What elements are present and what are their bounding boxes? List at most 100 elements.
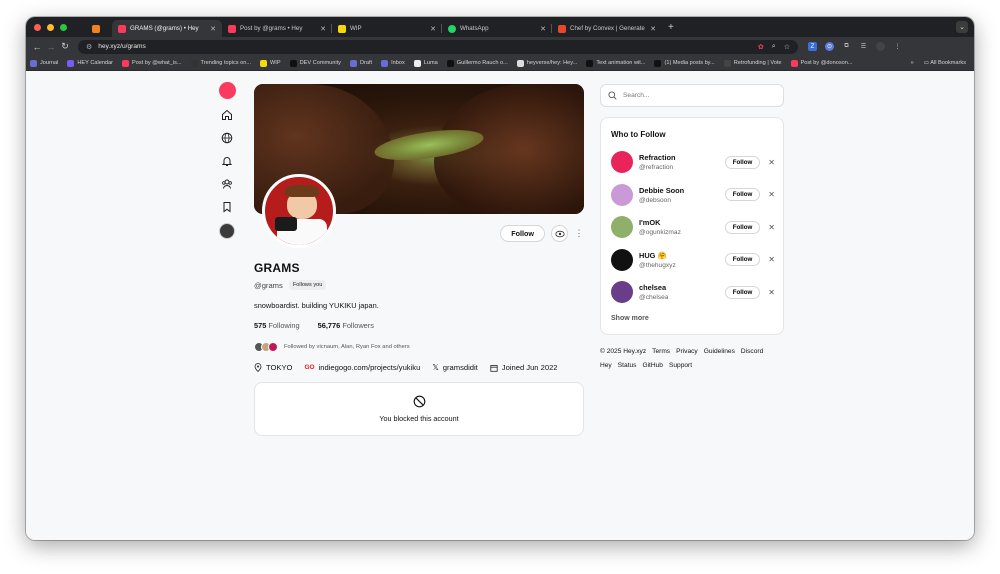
bookmarks-icon[interactable] [220,200,234,214]
following-stat[interactable]: 575 Following [254,321,300,330]
bookmark-item[interactable]: (1) Media posts by... [654,59,715,67]
bookmark-item[interactable]: Trending topics on... [190,59,251,67]
footer-link[interactable]: Status [618,362,637,369]
footer-link[interactable]: Guidelines [704,348,735,355]
tab-grams-profile[interactable]: GRAMS (@grams) • Hey ✕ [112,20,222,37]
followers-stat[interactable]: 56,776 Followers [318,321,374,330]
suggested-follow-button[interactable]: Follow [724,188,761,201]
suggested-follow-button[interactable]: Follow [724,155,761,169]
footer-link[interactable]: Terms [652,348,670,355]
profile-avatar[interactable] [262,174,336,248]
footer-link[interactable]: Support [669,362,692,369]
tab-post-by-grams[interactable]: Post by @grams • Hey ✕ [222,20,332,37]
close-tab-icon[interactable]: ✕ [650,25,656,33]
notifications-bell-icon[interactable] [220,154,234,168]
suggested-user-row[interactable]: HUG 🤗 @thehugxyz Follow ✕ [611,248,775,272]
x-handle-link[interactable]: 𝕏 gramsdidit [432,363,477,372]
suggested-user-avatar[interactable] [611,281,633,303]
minimize-window-button[interactable] [47,23,54,31]
followed-by-row[interactable]: Followed by vicnaum, Alan, Ryan Fox and … [254,342,410,352]
follow-button[interactable]: Follow [500,225,545,242]
suggested-user-row[interactable]: I'mOK @ogunkizmaz Follow ✕ [611,215,775,239]
bookmark-favicon-icon [190,59,198,67]
close-tab-icon[interactable]: ✕ [320,25,326,33]
maximize-window-button[interactable] [60,23,67,31]
dismiss-icon[interactable]: ✕ [768,190,775,199]
footer-link[interactable]: GitHub [642,362,663,369]
close-window-button[interactable] [34,23,41,31]
suggested-user-avatar[interactable] [611,183,633,206]
bookmark-item[interactable]: Journal [30,59,58,67]
bookmark-item[interactable]: Guillermo Rauch o... [446,59,508,67]
site-info-icon[interactable]: ⚙ [86,43,92,51]
bookmark-item[interactable]: Luma [413,59,438,67]
footer-link[interactable]: Hey [600,362,612,369]
suggested-follow-button[interactable]: Follow [724,285,761,299]
dismiss-icon[interactable]: ✕ [768,158,775,167]
suggested-user-row[interactable]: Refraction @refraction Follow ✕ [611,150,775,174]
tab-whatsapp[interactable]: WhatsApp ✕ [442,20,552,37]
dismiss-icon[interactable]: ✕ [768,223,775,232]
hey-logo-icon[interactable] [218,82,236,99]
zotero-extension-icon[interactable]: Z [808,42,817,51]
tab-search-icon[interactable]: ⌄ [956,21,968,33]
bookmark-item[interactable]: DEV Community [289,59,341,67]
website-link[interactable]: GO indiegogo.com/projects/yukiku [304,363,420,372]
home-icon[interactable] [220,108,234,122]
bookmark-item[interactable]: Retrofunding | Vote [723,59,782,67]
new-tab-icon[interactable]: + [668,22,674,33]
suggested-follow-button[interactable]: Follow [724,253,761,266]
more-options-icon[interactable]: ⋮ [574,225,584,242]
extension-icon[interactable]: ⊙ [825,42,834,51]
my-profile-avatar[interactable] [219,223,235,239]
eye-icon[interactable] [551,225,568,242]
suggested-user-name[interactable]: chelsea [639,283,725,292]
bookmark-item[interactable]: Draft [349,59,372,67]
tab-wip[interactable]: ⚡ WIP ✕ [332,20,442,37]
bookmark-item[interactable]: Text animation wit... [586,59,645,67]
close-tab-icon[interactable]: ✕ [540,25,546,33]
suggested-user-avatar[interactable] [611,248,633,271]
bookmark-item[interactable]: Post by @what_is... [122,59,182,67]
suggested-user-avatar[interactable] [611,216,633,238]
suggested-user-name[interactable]: I'mOK [639,218,725,227]
footer-link[interactable]: Privacy [676,348,698,355]
suggested-user-avatar[interactable] [611,151,633,173]
suggested-user-row[interactable]: Debbie Soon @debsoon Follow ✕ [611,183,775,207]
bookmark-item[interactable]: Post by @donoson... [790,59,853,67]
chevron-right-icon[interactable]: » [911,60,914,66]
show-more-link[interactable]: Show more [611,315,649,322]
pinned-tab[interactable] [86,20,112,37]
bookmark-item[interactable]: WIP [260,59,281,67]
explore-globe-icon[interactable] [220,131,234,145]
zoom-icon[interactable]: ⌕ [772,43,776,51]
hey-extension-icon[interactable]: ✿ [758,43,764,51]
tab-chef-convex[interactable]: Chef by Convex | Generate re ✕ [552,20,662,37]
reload-icon[interactable]: ↻ [58,41,72,52]
close-tab-icon[interactable]: ✕ [210,25,216,33]
bookmark-item[interactable]: Inbox [381,59,405,67]
bookmark-item[interactable]: HEY Calendar [67,59,113,67]
suggested-follow-button[interactable]: Follow [724,220,761,234]
dismiss-icon[interactable]: ✕ [768,255,775,264]
bookmark-star-icon[interactable]: ☆ [784,43,790,51]
reading-list-icon[interactable]: ☰ [859,42,868,51]
suggested-user-row[interactable]: chelsea @chelsea Follow ✕ [611,280,775,304]
dismiss-icon[interactable]: ✕ [768,288,775,297]
groups-icon[interactable] [220,177,234,191]
back-icon[interactable]: ← [30,42,44,52]
search-input[interactable]: Search... [600,84,784,107]
close-tab-icon[interactable]: ✕ [430,25,436,33]
menu-icon[interactable]: ⋮ [893,42,902,51]
suggested-user-name[interactable]: Debbie Soon [639,186,725,195]
address-bar[interactable]: ⚙ hey.xyz/u/grams ✿ ⌕ ☆ [78,39,798,54]
all-bookmarks-folder[interactable]: ▭ All Bookmarks [924,60,966,66]
bookmark-item[interactable]: heyverse/hey: Hey... [516,59,577,67]
forward-icon[interactable]: → [44,42,58,52]
bookmark-favicon-icon [790,59,798,67]
profile-avatar-icon[interactable] [876,42,885,51]
suggested-user-name[interactable]: HUG 🤗 [639,251,725,260]
puzzle-icon[interactable]: ⧉ [842,42,851,51]
suggested-user-name[interactable]: Refraction [639,153,725,162]
footer-link[interactable]: Discord [741,348,763,355]
